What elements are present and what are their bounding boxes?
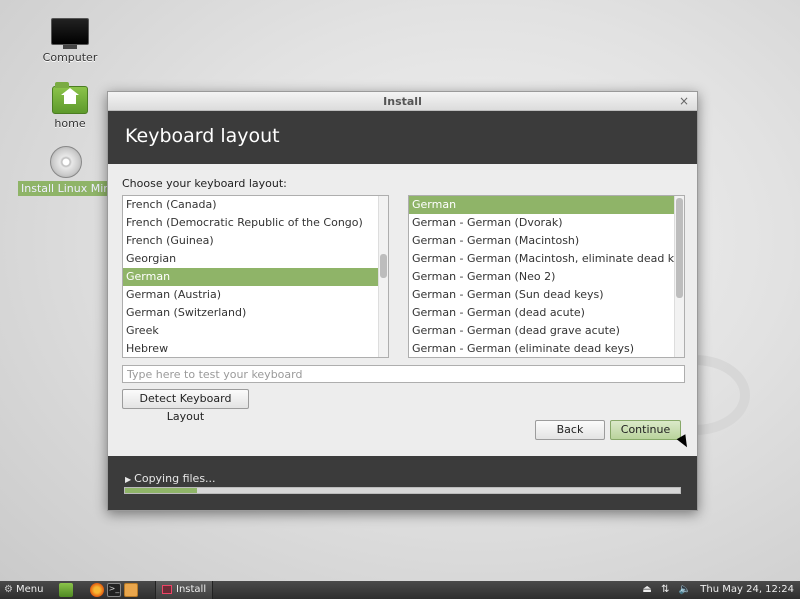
show-desktop-icon[interactable] (59, 583, 73, 597)
close-icon[interactable]: × (677, 94, 691, 108)
content-area: Choose your keyboard layout: French (Can… (108, 164, 697, 456)
layout-list-item[interactable]: Hebrew (123, 340, 388, 357)
continue-button[interactable]: Continue (610, 420, 681, 440)
taskbar: ⚙ Menu >_ Install ⏏ ⇅ 🔈 Thu May 24, 12:24 (0, 581, 800, 599)
home-folder-icon (52, 82, 88, 114)
progress-fill (125, 488, 198, 493)
variant-list-item[interactable]: German - German (dead grave acute) (409, 322, 684, 340)
variant-list-item[interactable]: German (409, 196, 684, 214)
layout-list-item[interactable]: Greek (123, 322, 388, 340)
clock[interactable]: Thu May 24, 12:24 (700, 584, 794, 595)
installer-window: Install × Keyboard layout Choose your ke… (107, 91, 698, 511)
layout-list-item[interactable]: French (Canada) (123, 196, 388, 214)
firefox-icon[interactable] (90, 583, 104, 597)
window-icon (162, 584, 172, 594)
taskbar-window-label: Install (176, 584, 207, 595)
status-band: ▶ Copying files... (108, 456, 697, 510)
scrollbar-thumb[interactable] (380, 254, 387, 278)
variant-list[interactable]: German German - German (Dvorak) German - G… (408, 195, 685, 358)
menu-button[interactable]: ⚙ Menu (4, 581, 43, 599)
desktop-icon-computer[interactable]: Computer (25, 18, 115, 64)
window-titlebar[interactable]: Install × (108, 92, 697, 111)
gear-icon: ⚙ (4, 584, 13, 595)
layout-list-item[interactable]: German (Austria) (123, 286, 388, 304)
volume-icon[interactable]: 🔈 (679, 584, 691, 595)
expander-arrow-icon: ▶ (125, 475, 132, 484)
system-tray: ⏏ ⇅ 🔈 Thu May 24, 12:24 (636, 581, 794, 599)
terminal-icon[interactable]: >_ (107, 583, 121, 597)
page-header: Keyboard layout (108, 111, 697, 164)
detect-keyboard-layout-button[interactable]: Detect Keyboard Layout (122, 389, 249, 423)
monitor-icon (51, 18, 89, 49)
desktop-icon-home[interactable]: home (25, 82, 115, 130)
keyboard-test-input[interactable] (122, 365, 685, 383)
status-expander[interactable]: ▶ Copying files... (125, 472, 216, 485)
variant-list-item[interactable]: German - German (Neo 2) (409, 268, 684, 286)
taskbar-window-install[interactable]: Install (155, 581, 214, 599)
scrollbar-thumb[interactable] (676, 198, 683, 298)
layout-list-item[interactable]: German (Switzerland) (123, 304, 388, 322)
removable-drive-icon[interactable]: ⏏ (642, 584, 651, 595)
variant-list-item[interactable]: German - German (Dvorak) (409, 214, 684, 232)
status-text: Copying files... (134, 472, 216, 485)
desktop-icon-install[interactable]: Install Linux Mint (18, 146, 113, 196)
layout-list[interactable]: French (Canada) French (Democratic Republ… (122, 195, 389, 358)
back-button[interactable]: Back (535, 420, 605, 440)
network-icon[interactable]: ⇅ (661, 584, 669, 595)
layout-list-item[interactable]: French (Guinea) (123, 232, 388, 250)
layout-list-item[interactable]: German (123, 268, 388, 286)
install-disc-icon (49, 146, 82, 178)
layout-list-item[interactable]: Georgian (123, 250, 388, 268)
choose-layout-label: Choose your keyboard layout: (122, 177, 287, 190)
variant-list-scrollbar[interactable] (674, 196, 684, 357)
install-progress-bar (124, 487, 681, 494)
window-title: Install (383, 95, 422, 108)
variant-list-item[interactable]: German - German (Macintosh) (409, 232, 684, 250)
variant-list-item[interactable]: German - German (Sun dead keys) (409, 286, 684, 304)
variant-list-item[interactable]: German - German (eliminate dead keys) (409, 340, 684, 357)
page-title: Keyboard layout (125, 125, 280, 147)
variant-list-item[interactable]: German - German (dead acute) (409, 304, 684, 322)
layout-list-item[interactable]: French (Democratic Republic of the Congo… (123, 214, 388, 232)
layout-list-scrollbar[interactable] (378, 196, 388, 357)
desktop-icon-label: home (54, 117, 86, 130)
desktop-icon-label: Computer (42, 51, 98, 64)
menu-label: Menu (15, 584, 44, 595)
variant-list-item[interactable]: German - German (Macintosh, eliminate de… (409, 250, 684, 268)
files-icon[interactable] (124, 583, 138, 597)
desktop-icon-label: Install Linux Mint (18, 181, 110, 196)
